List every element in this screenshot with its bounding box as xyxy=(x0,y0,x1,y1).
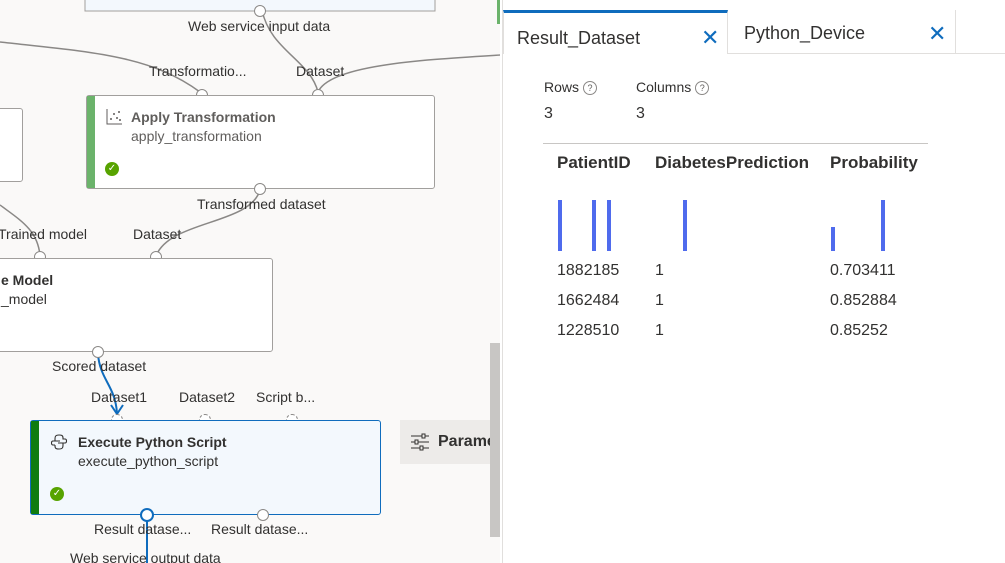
web-service-input-port[interactable] xyxy=(254,5,266,17)
table-cell: 1 xyxy=(655,262,664,279)
table-divider xyxy=(543,143,928,144)
canvas-scrollbar[interactable] xyxy=(490,343,500,537)
dataset1-label: Dataset1 xyxy=(91,389,148,405)
pipeline-canvas[interactable]: Web service input data Transformatio... … xyxy=(0,0,500,563)
node-status-bar xyxy=(87,96,95,188)
execute-python-script-node[interactable]: Execute Python Script execute_python_scr… xyxy=(30,420,381,515)
node-subtitle: _model xyxy=(1,291,47,307)
partial-module-node[interactable] xyxy=(0,108,23,182)
apply-transformation-node[interactable]: Apply Transformation apply_transformatio… xyxy=(86,95,435,189)
sliders-icon xyxy=(411,433,429,451)
scored-dataset-port[interactable] xyxy=(92,346,104,358)
node-status-bar xyxy=(31,421,39,514)
column-header-patientid[interactable]: PatientID xyxy=(557,153,631,173)
result-dataset-2-port[interactable] xyxy=(257,509,269,521)
column-header-probability[interactable]: Probability xyxy=(830,153,918,173)
script-bundle-label: Script b... xyxy=(256,389,316,405)
node-subtitle: execute_python_script xyxy=(78,453,219,469)
trained-model-label: Trained model xyxy=(0,226,87,242)
table-cell: 1882185 xyxy=(557,262,620,279)
table-cell: 1662484 xyxy=(557,292,620,309)
dataset2-label: Dataset2 xyxy=(179,389,236,405)
help-icon[interactable]: ? xyxy=(583,81,598,96)
output-panel: Result_Dataset ✕ Python_Device ✕ Rows? 3… xyxy=(502,0,1005,563)
node-title: Apply Transformation xyxy=(131,109,276,125)
histogram-bar xyxy=(831,227,835,251)
result-dataset-1-port[interactable] xyxy=(140,508,154,522)
tab-result-dataset[interactable]: Result_Dataset ✕ xyxy=(503,10,728,54)
result-dataset-2-label: Result datase... xyxy=(211,521,309,537)
web-service-input-label: Web service input data xyxy=(188,18,331,34)
node-title: Execute Python Script xyxy=(78,434,227,450)
check-circle-icon: ✓ xyxy=(50,487,64,501)
node-subtitle: apply_transformation xyxy=(131,128,262,144)
transformed-dataset-port[interactable] xyxy=(254,183,266,195)
web-service-output-label: Web service output data xyxy=(70,550,221,563)
histogram-bar xyxy=(558,200,562,251)
scored-dataset-label: Scored dataset xyxy=(52,358,147,374)
parameters-label: Parame xyxy=(438,433,496,450)
check-circle-icon: ✓ xyxy=(105,162,119,176)
tab-python-device[interactable]: Python_Device ✕ xyxy=(728,10,956,54)
rows-label: Rows? xyxy=(544,79,598,96)
column-header-diabetesprediction[interactable]: DiabetesPrediction xyxy=(655,153,809,173)
tab-label: Result_Dataset xyxy=(517,28,641,48)
result-dataset-1-label: Result datase... xyxy=(94,521,192,537)
dataset-port-label: Dataset xyxy=(296,63,345,79)
table-cell: 0.85252 xyxy=(830,322,888,339)
table-cell: 0.852884 xyxy=(830,292,897,309)
rows-value: 3 xyxy=(544,105,553,122)
table-cell: 1 xyxy=(655,292,664,309)
transformed-dataset-label: Transformed dataset xyxy=(197,196,326,212)
columns-label: Columns? xyxy=(636,79,710,96)
score-model-node[interactable]: e Model _model xyxy=(0,258,273,352)
help-icon[interactable]: ? xyxy=(695,81,710,96)
transformation-port-label: Transformatio... xyxy=(149,63,247,79)
close-icon[interactable]: ✕ xyxy=(928,23,946,45)
tab-label: Python_Device xyxy=(744,23,866,43)
close-icon[interactable]: ✕ xyxy=(701,27,719,49)
table-cell: 1228510 xyxy=(557,322,620,339)
histogram-bar xyxy=(592,200,596,251)
table-cell: 0.703411 xyxy=(830,262,896,279)
node-title: e Model xyxy=(1,272,54,288)
columns-value: 3 xyxy=(636,105,645,122)
histogram-bar xyxy=(607,200,611,251)
histogram-bar xyxy=(881,200,885,251)
histogram-bar xyxy=(683,200,687,251)
parameters-button[interactable]: Parame xyxy=(400,420,500,464)
table-cell: 1 xyxy=(655,322,664,339)
dataset-port-label-2: Dataset xyxy=(133,226,182,242)
scatter-icon xyxy=(106,109,122,125)
python-icon xyxy=(50,434,68,450)
